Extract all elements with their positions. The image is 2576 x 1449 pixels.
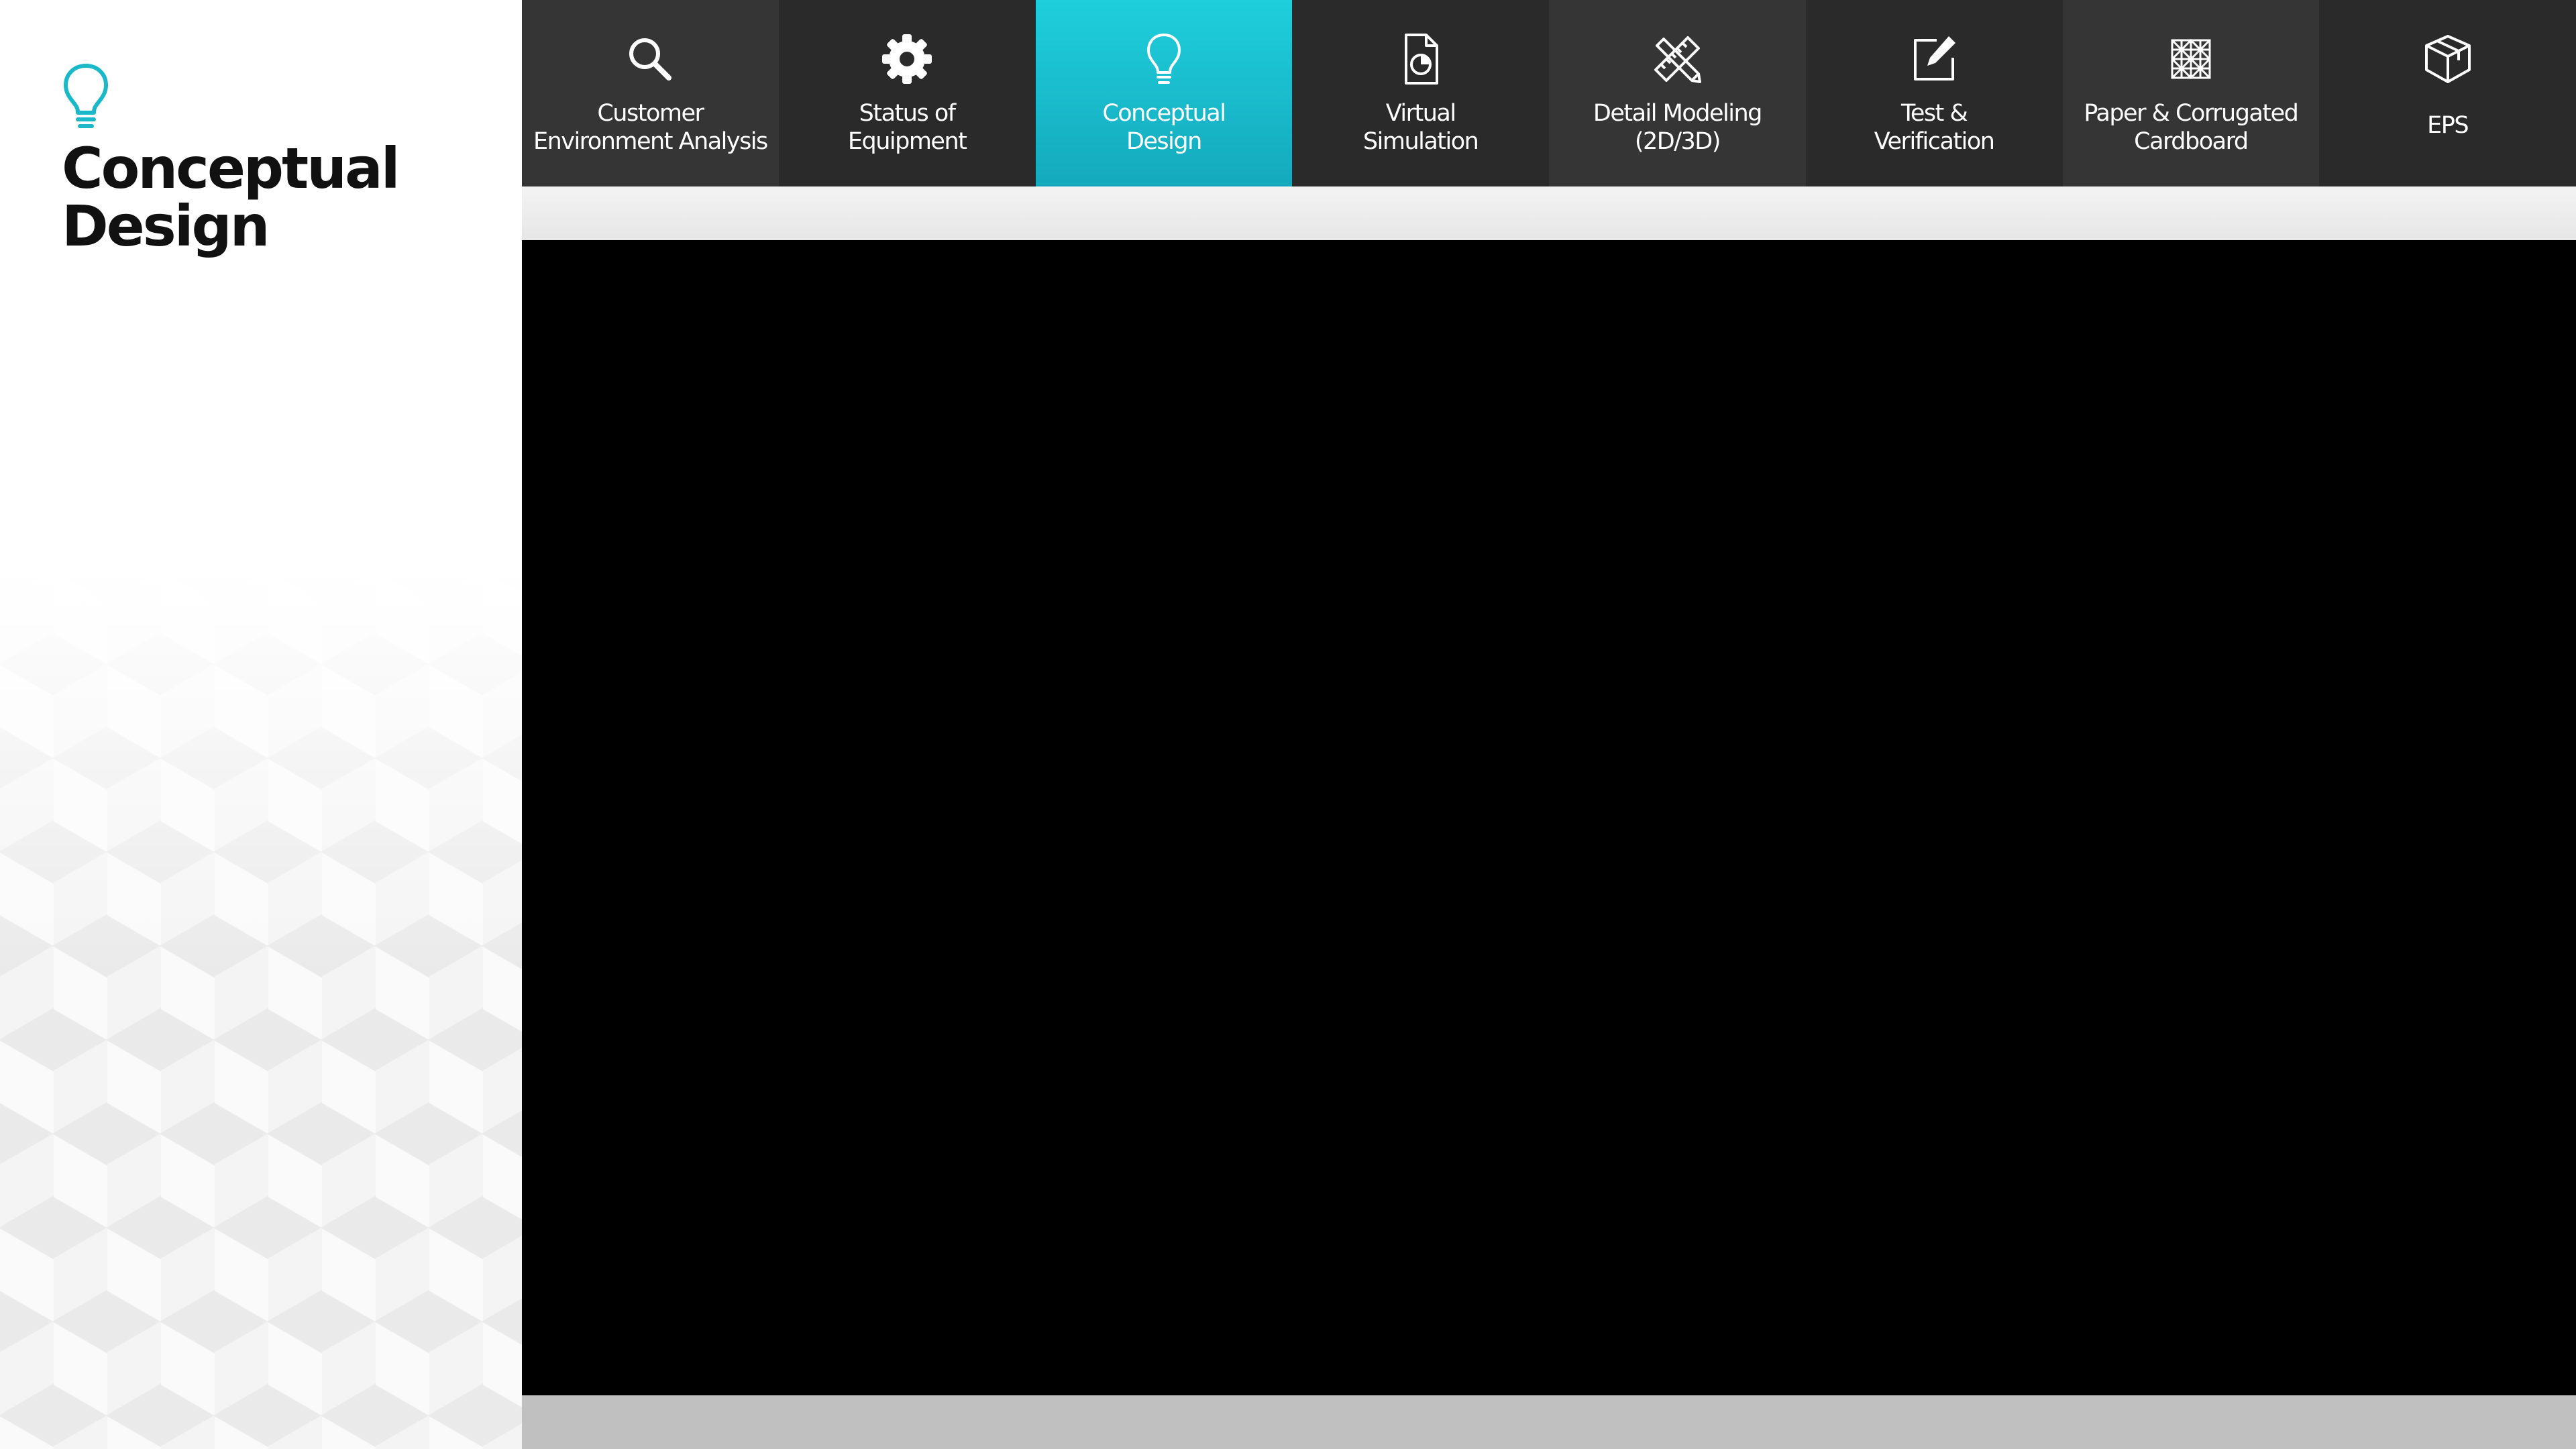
toolbar-strip (522, 186, 2576, 240)
tab-label: Conceptual Design (1102, 100, 1226, 155)
tab-label: Status of Equipment (847, 100, 967, 155)
tab-conceptual-design[interactable]: Conceptual Design (1035, 0, 1293, 186)
bottom-strip (522, 1395, 2576, 1449)
document-chart-icon (1404, 34, 1438, 85)
lightbulb-icon (64, 64, 108, 128)
search-icon (629, 38, 672, 80)
page-title: Conceptual Design (62, 136, 400, 259)
gear-icon (882, 34, 932, 84)
tab-label: Detail Modeling (2D/3D) (1593, 100, 1762, 155)
tab-label: Test & Verification (1874, 100, 1995, 155)
top-navigation: Customer Environment Analysis Status of … (522, 0, 2576, 186)
tab-customer-environment-analysis[interactable]: Customer Environment Analysis (522, 0, 779, 186)
edit-icon (1914, 36, 1956, 80)
sidebar: Conceptual Design (0, 0, 522, 1449)
sidebar-pattern-fade (0, 570, 522, 973)
tab-test-verification[interactable]: Test & Verification (1805, 0, 2063, 186)
lightbulb-icon (1146, 34, 1181, 84)
pencil-ruler-icon (1654, 36, 1702, 83)
tab-detail-modeling[interactable]: Detail Modeling (2D/3D) (1549, 0, 1806, 186)
tab-label: Paper & Corrugated Cardboard (2084, 100, 2299, 155)
tab-label: EPS (2427, 112, 2469, 139)
content-area (522, 240, 2576, 1395)
box-icon (2424, 35, 2471, 83)
tab-paper-corrugated-cardboard[interactable]: Paper & Corrugated Cardboard (2062, 0, 2320, 186)
tab-eps[interactable]: EPS (2319, 0, 2576, 186)
tab-label: Customer Environment Analysis (533, 100, 768, 155)
tab-virtual-simulation[interactable]: Virtual Simulation (1292, 0, 1549, 186)
tab-status-of-equipment[interactable]: Status of Equipment (778, 0, 1036, 186)
corrugated-grid-icon (2171, 38, 2211, 80)
tab-label: Virtual Simulation (1362, 100, 1479, 155)
